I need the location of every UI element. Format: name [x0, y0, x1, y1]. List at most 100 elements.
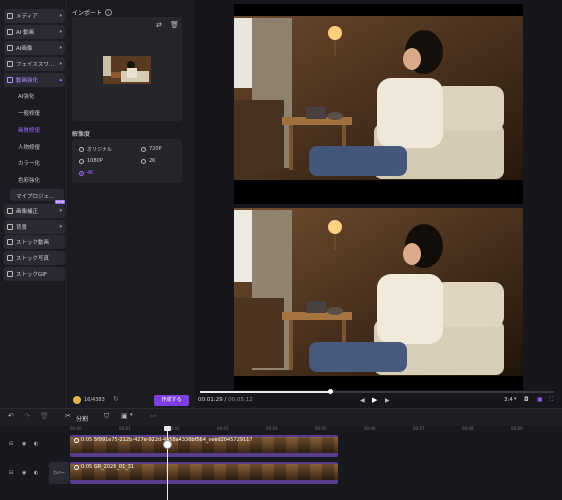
new-badge: NEW — [55, 200, 66, 204]
sub-item-person-repair[interactable]: 人物修復 — [18, 143, 40, 151]
sidebar-item-label: 動画強化 — [16, 78, 39, 84]
scissors-icon[interactable]: ✂ — [65, 412, 71, 420]
sidebar-item-ai-video[interactable]: AI 動画 ▾ — [4, 25, 65, 39]
chevron-down-icon[interactable]: ▾ — [130, 412, 133, 418]
video-thumbnail — [103, 56, 151, 84]
trash-icon[interactable]: 🗑 — [170, 21, 179, 29]
ruler-tick: 00:07 — [413, 426, 425, 431]
import-title-row: インポート i — [72, 8, 113, 17]
stock-video-icon — [7, 239, 13, 245]
sidebar-item-face-swap[interactable]: フェイススワ… ▾ — [4, 57, 65, 71]
playhead-handle[interactable] — [164, 426, 171, 431]
timeline: 00:00 00:01 00:02 00:03 00:04 00:05 00:0… — [0, 426, 562, 500]
radio-720p[interactable]: 720P — [141, 146, 162, 152]
compare-icon[interactable]: ▣ — [537, 396, 543, 403]
radio-1080p[interactable]: 1080P — [79, 158, 103, 164]
refresh-icon[interactable]: ↻ — [113, 395, 119, 403]
sidebar-item-background[interactable]: 背景 ▾ — [4, 220, 65, 234]
radio-2k[interactable]: 2K — [141, 158, 155, 164]
undo-icon[interactable]: ↶ — [8, 412, 14, 420]
aspect-ratio-select[interactable]: 3:4 — [504, 397, 513, 403]
track-lock-icon[interactable]: ⊟ — [9, 470, 13, 476]
chevron-down-icon: ▾ — [59, 45, 62, 51]
crop-icon[interactable]: ▣ — [121, 412, 128, 420]
swap-icon[interactable]: ⇄ — [156, 21, 162, 29]
fullscreen-icon[interactable]: ⛶ — [549, 396, 553, 404]
split-marker-icon[interactable] — [163, 440, 172, 449]
sidebar-item-label: ストック写真 — [16, 256, 50, 262]
redo-icon[interactable]: ↷ — [24, 412, 30, 420]
sidebar-item-label: 画像補正 — [16, 209, 39, 215]
timeline-toolbar: ↶ ↷ 🗑 ✂ 分割 ⛉ ▣ ▾ ⋯ — [0, 408, 562, 426]
ruler-tick: 00:03 — [217, 426, 229, 431]
enhance-icon — [7, 77, 13, 83]
sidebar-item-label: AI 動画 — [16, 30, 35, 36]
sidebar-item-ai-image[interactable]: AI画像 ▾ — [4, 41, 65, 55]
prev-frame-icon[interactable]: ◀ — [360, 397, 365, 404]
ruler-tick: 00:05 — [315, 426, 327, 431]
folder-icon — [7, 13, 13, 19]
layers-icon — [7, 224, 13, 230]
sidebar-item-label: フェイススワ… — [16, 62, 55, 68]
image-icon — [7, 208, 13, 214]
video-clip-1[interactable]: 0:05 5f991e75-212b-427e-922d-4a58a4336bf… — [70, 435, 338, 457]
progress-handle[interactable] — [328, 389, 333, 394]
cover-button[interactable]: カバー — [49, 462, 69, 484]
resolution-options: オリジナル 720P 1080P 2K 4K — [72, 139, 182, 183]
total-time: 00:05:12 — [228, 397, 253, 403]
sub-item-quality-repair[interactable]: 画質修復 — [18, 126, 40, 134]
create-button[interactable]: 作成する — [154, 395, 189, 406]
radio-4k[interactable]: 4K — [79, 170, 93, 176]
sidebar: メディア ▾ AI 動画 ▾ AI画像 ▾ フェイススワ… ▾ 動画強化 ▴ A… — [0, 0, 67, 408]
credit-count: 16/4383 — [84, 397, 105, 403]
preview-enhanced — [234, 208, 523, 390]
track-audio-icon[interactable]: ◐ — [34, 441, 38, 447]
next-frame-icon[interactable]: ▶ — [385, 397, 390, 404]
sidebar-item-video-enhance[interactable]: 動画強化 ▴ — [4, 73, 65, 87]
coin-icon — [73, 396, 81, 404]
video-frame-original — [234, 16, 523, 204]
split-button[interactable]: 分割 — [76, 414, 88, 423]
playhead[interactable] — [167, 426, 168, 500]
track-eye-icon[interactable]: ◉ — [22, 470, 26, 476]
track-audio-icon[interactable]: ◐ — [34, 470, 38, 476]
current-time: 00:01:29 — [198, 397, 223, 403]
face-icon — [7, 61, 13, 67]
import-thumbnail-box[interactable]: ⇄ 🗑 — [72, 17, 182, 121]
sub-item-color-enhance[interactable]: 色彩強化 — [18, 176, 40, 184]
chevron-down-icon: ▾ — [59, 61, 62, 67]
chevron-up-icon: ▴ — [59, 77, 62, 83]
clip-play-icon — [74, 464, 79, 470]
image-icon — [7, 45, 13, 51]
info-icon[interactable]: i — [105, 9, 113, 16]
track-lock-icon[interactable]: ⊟ — [9, 441, 13, 447]
progress-track[interactable] — [330, 391, 554, 393]
clip-label: 0:05 GR_2026_01_31 — [74, 464, 134, 470]
sidebar-item-label: AI画像 — [16, 46, 33, 52]
ruler-tick: 00:00 — [70, 426, 82, 431]
sidebar-item-stock-video[interactable]: ストック動画 — [4, 235, 65, 249]
sidebar-item-image-correction[interactable]: 画像補正 ▾ — [4, 204, 65, 218]
trash-icon[interactable]: 🗑 — [40, 412, 49, 420]
shield-icon[interactable]: ⛉ — [104, 412, 109, 421]
more-icon[interactable]: ⋯ — [150, 412, 157, 420]
timeline-ruler: 00:00 00:01 00:02 00:03 00:04 00:05 00:0… — [70, 426, 562, 433]
radio-original[interactable]: オリジナル — [79, 146, 112, 153]
track-eye-icon[interactable]: ◉ — [22, 441, 26, 447]
progress-fill — [200, 391, 330, 393]
play-icon[interactable]: ▶ — [372, 396, 377, 404]
chevron-down-icon[interactable]: ▾ — [514, 396, 517, 402]
sidebar-item-stock-photo[interactable]: ストック写真 — [4, 251, 65, 265]
resolution-title: 解像度 — [72, 131, 91, 138]
chevron-down-icon: ▾ — [59, 208, 62, 214]
sidebar-item-media[interactable]: メディア ▾ — [4, 9, 65, 23]
sub-item-general-repair[interactable]: 一般修復 — [18, 109, 40, 117]
sidebar-item-label: メディア — [16, 14, 38, 20]
video-clip-2[interactable]: 0:05 GR_2026_01_31 — [70, 462, 338, 484]
preview-original — [234, 4, 523, 204]
sub-item-colorize[interactable]: カラー化 — [18, 159, 40, 167]
chevron-down-icon: ▾ — [59, 29, 62, 35]
camera-icon[interactable]: ◘ — [524, 396, 529, 403]
sidebar-item-stock-gif[interactable]: ストックGIF — [4, 267, 65, 281]
sub-item-ai-enhance[interactable]: AI強化 — [18, 92, 34, 100]
